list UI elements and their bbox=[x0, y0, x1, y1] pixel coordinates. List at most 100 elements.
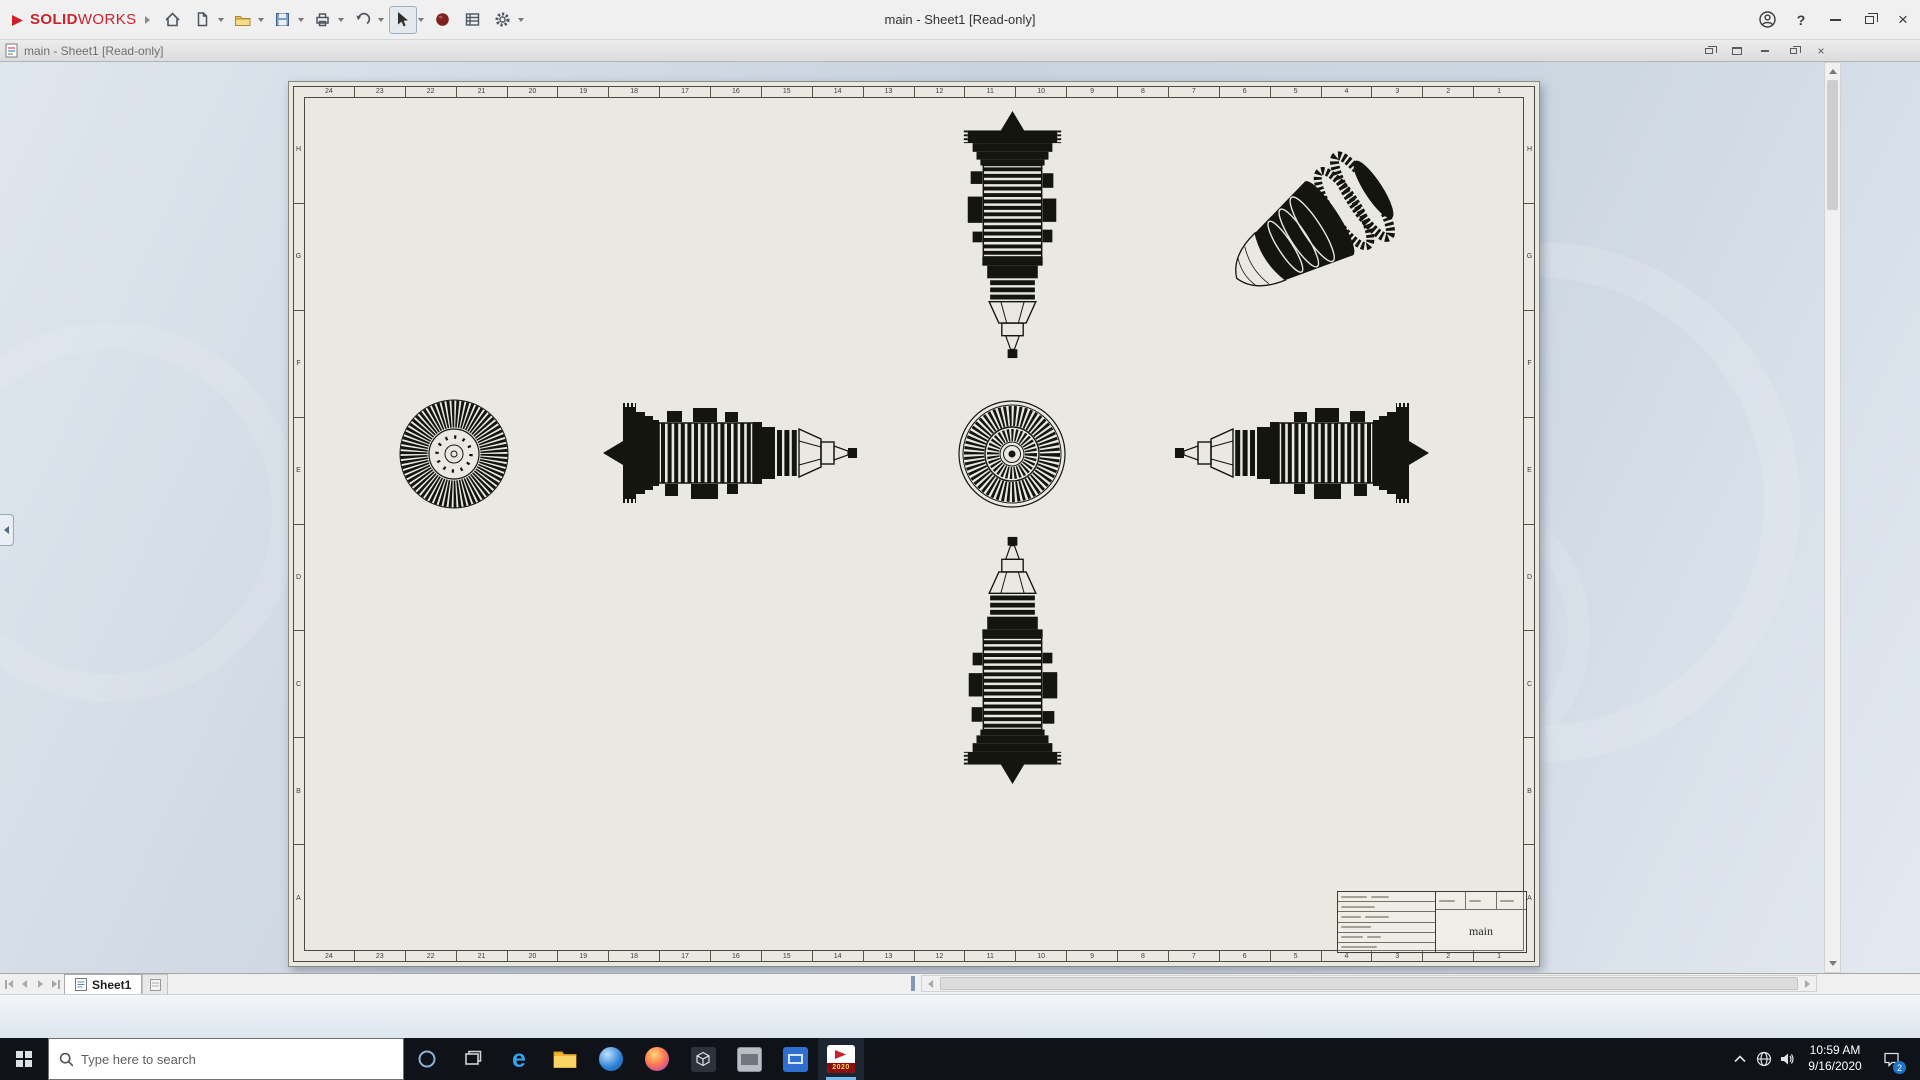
options-dropdown-caret[interactable] bbox=[518, 18, 524, 22]
doc-minimize-button[interactable] bbox=[1756, 43, 1774, 58]
zone-label: 11 bbox=[965, 86, 1016, 97]
options-button[interactable] bbox=[489, 6, 517, 34]
title-block-row bbox=[1338, 902, 1435, 912]
next-sheet-button[interactable] bbox=[32, 974, 48, 994]
document-title: main - Sheet1 [Read-only] bbox=[24, 44, 163, 58]
backdrop-swirl bbox=[0, 322, 300, 702]
volume-button[interactable] bbox=[1776, 1038, 1800, 1080]
drawing-view-left-side[interactable] bbox=[599, 398, 863, 508]
drawing-view-top[interactable] bbox=[959, 104, 1066, 367]
zone-label: 10 bbox=[1016, 951, 1067, 962]
zone-label: G bbox=[1524, 204, 1535, 311]
display-list-button[interactable] bbox=[459, 6, 487, 34]
vertical-scrollbar-track[interactable] bbox=[1825, 210, 1840, 955]
help-icon: ? bbox=[1797, 12, 1806, 28]
save-dropdown-caret[interactable] bbox=[298, 18, 304, 22]
zone-label: H bbox=[1524, 97, 1535, 204]
drawing-view-fan-front[interactable] bbox=[399, 399, 509, 509]
select-dropdown-caret[interactable] bbox=[418, 18, 424, 22]
doc-close-button[interactable]: × bbox=[1812, 43, 1830, 58]
blue-window-app-icon bbox=[783, 1047, 808, 1072]
help-button[interactable]: ? bbox=[1784, 0, 1818, 39]
scroll-right-button[interactable] bbox=[1799, 976, 1816, 991]
drawing-view-front[interactable] bbox=[957, 399, 1067, 509]
tile-windows-button[interactable] bbox=[1728, 43, 1746, 58]
toolbar-expand-icon[interactable] bbox=[145, 16, 150, 24]
scroll-up-button[interactable] bbox=[1825, 63, 1840, 80]
taskbar-app-file-explorer[interactable] bbox=[542, 1038, 588, 1080]
resources-button[interactable] bbox=[429, 6, 457, 34]
first-sheet-button[interactable] bbox=[0, 974, 16, 994]
restore-icon bbox=[1865, 16, 1874, 24]
scroll-left-button[interactable] bbox=[922, 976, 939, 991]
tray-expand-button[interactable] bbox=[1728, 1038, 1752, 1080]
window-controls: ? × bbox=[1750, 0, 1920, 39]
drawing-view-bottom[interactable] bbox=[959, 528, 1066, 791]
faux-text bbox=[1341, 896, 1367, 898]
zone-label: 12 bbox=[915, 951, 966, 962]
add-sheet-button[interactable] bbox=[142, 974, 168, 994]
arrow-left-icon bbox=[928, 980, 933, 988]
cascade-windows-button[interactable] bbox=[1700, 43, 1718, 58]
taskbar: e 2020 10:59 AM 9/16/2020 2 bbox=[0, 1038, 1920, 1080]
zone-label: F bbox=[1524, 311, 1535, 418]
taskbar-search[interactable] bbox=[48, 1038, 404, 1080]
new-dropdown-caret[interactable] bbox=[218, 18, 224, 22]
network-button[interactable] bbox=[1752, 1038, 1776, 1080]
horizontal-scrollbar[interactable] bbox=[921, 975, 1817, 992]
task-view-button[interactable] bbox=[450, 1038, 496, 1080]
zone-label: 7 bbox=[1169, 86, 1220, 97]
undo-icon bbox=[354, 11, 371, 28]
solidworks-logo-icon bbox=[10, 12, 26, 28]
taskbar-app-blue-window[interactable] bbox=[772, 1038, 818, 1080]
vertical-scrollbar[interactable] bbox=[1824, 62, 1841, 973]
restore-button[interactable] bbox=[1852, 0, 1886, 39]
zone-label: 23 bbox=[355, 951, 406, 962]
cortana-button[interactable] bbox=[404, 1038, 450, 1080]
open-button[interactable] bbox=[229, 6, 257, 34]
last-sheet-button[interactable] bbox=[48, 974, 64, 994]
zone-label: 19 bbox=[558, 86, 609, 97]
clock-date: 9/16/2020 bbox=[1800, 1059, 1870, 1075]
undo-dropdown-caret[interactable] bbox=[378, 18, 384, 22]
home-button[interactable] bbox=[159, 6, 187, 34]
account-button[interactable] bbox=[1750, 0, 1784, 39]
action-center-button[interactable]: 2 bbox=[1870, 1038, 1912, 1080]
print-dropdown-caret[interactable] bbox=[338, 18, 344, 22]
new-document-button[interactable] bbox=[189, 6, 217, 34]
undo-button[interactable] bbox=[349, 6, 377, 34]
arrow-left-icon bbox=[8, 980, 13, 988]
taskbar-app-edge[interactable]: e bbox=[496, 1038, 542, 1080]
start-button[interactable] bbox=[0, 1038, 48, 1080]
taskbar-app-solidworks[interactable]: 2020 bbox=[818, 1038, 864, 1080]
taskbar-app-blue-globe[interactable] bbox=[588, 1038, 634, 1080]
drawing-view-right-side[interactable] bbox=[1169, 398, 1433, 508]
open-dropdown-caret[interactable] bbox=[258, 18, 264, 22]
solidworks-brand: SOLIDWORKS bbox=[0, 11, 141, 28]
taskbar-app-gray-window[interactable] bbox=[726, 1038, 772, 1080]
graphics-viewport[interactable]: 242322212019181716151413121110987654321 … bbox=[0, 62, 1920, 973]
doc-restore-button[interactable] bbox=[1784, 43, 1802, 58]
drawing-view-isometric[interactable] bbox=[1201, 140, 1416, 305]
zone-label: B bbox=[293, 738, 304, 845]
sheet-icon bbox=[75, 978, 87, 991]
resources-sphere-icon bbox=[434, 11, 451, 28]
zone-label: D bbox=[1524, 525, 1535, 632]
pane-splitter-handle[interactable] bbox=[911, 976, 915, 991]
select-tool-button[interactable] bbox=[389, 6, 417, 34]
vertical-scrollbar-thumb[interactable] bbox=[1827, 80, 1838, 210]
print-button[interactable] bbox=[309, 6, 337, 34]
drawing-sheet[interactable]: 242322212019181716151413121110987654321 … bbox=[288, 81, 1540, 967]
close-button[interactable]: × bbox=[1886, 0, 1920, 39]
save-button[interactable] bbox=[269, 6, 297, 34]
scroll-down-button[interactable] bbox=[1825, 955, 1840, 972]
taskbar-app-colorful[interactable] bbox=[634, 1038, 680, 1080]
featuremanager-collapsed-tab[interactable] bbox=[0, 514, 14, 546]
taskbar-clock[interactable]: 10:59 AM 9/16/2020 bbox=[1800, 1043, 1870, 1074]
tab-sheet1[interactable]: Sheet1 bbox=[64, 974, 142, 994]
prev-sheet-button[interactable] bbox=[16, 974, 32, 994]
taskbar-app-cube[interactable] bbox=[680, 1038, 726, 1080]
search-input[interactable] bbox=[81, 1052, 393, 1067]
minimize-button[interactable] bbox=[1818, 0, 1852, 39]
horizontal-scrollbar-thumb[interactable] bbox=[940, 977, 1798, 990]
